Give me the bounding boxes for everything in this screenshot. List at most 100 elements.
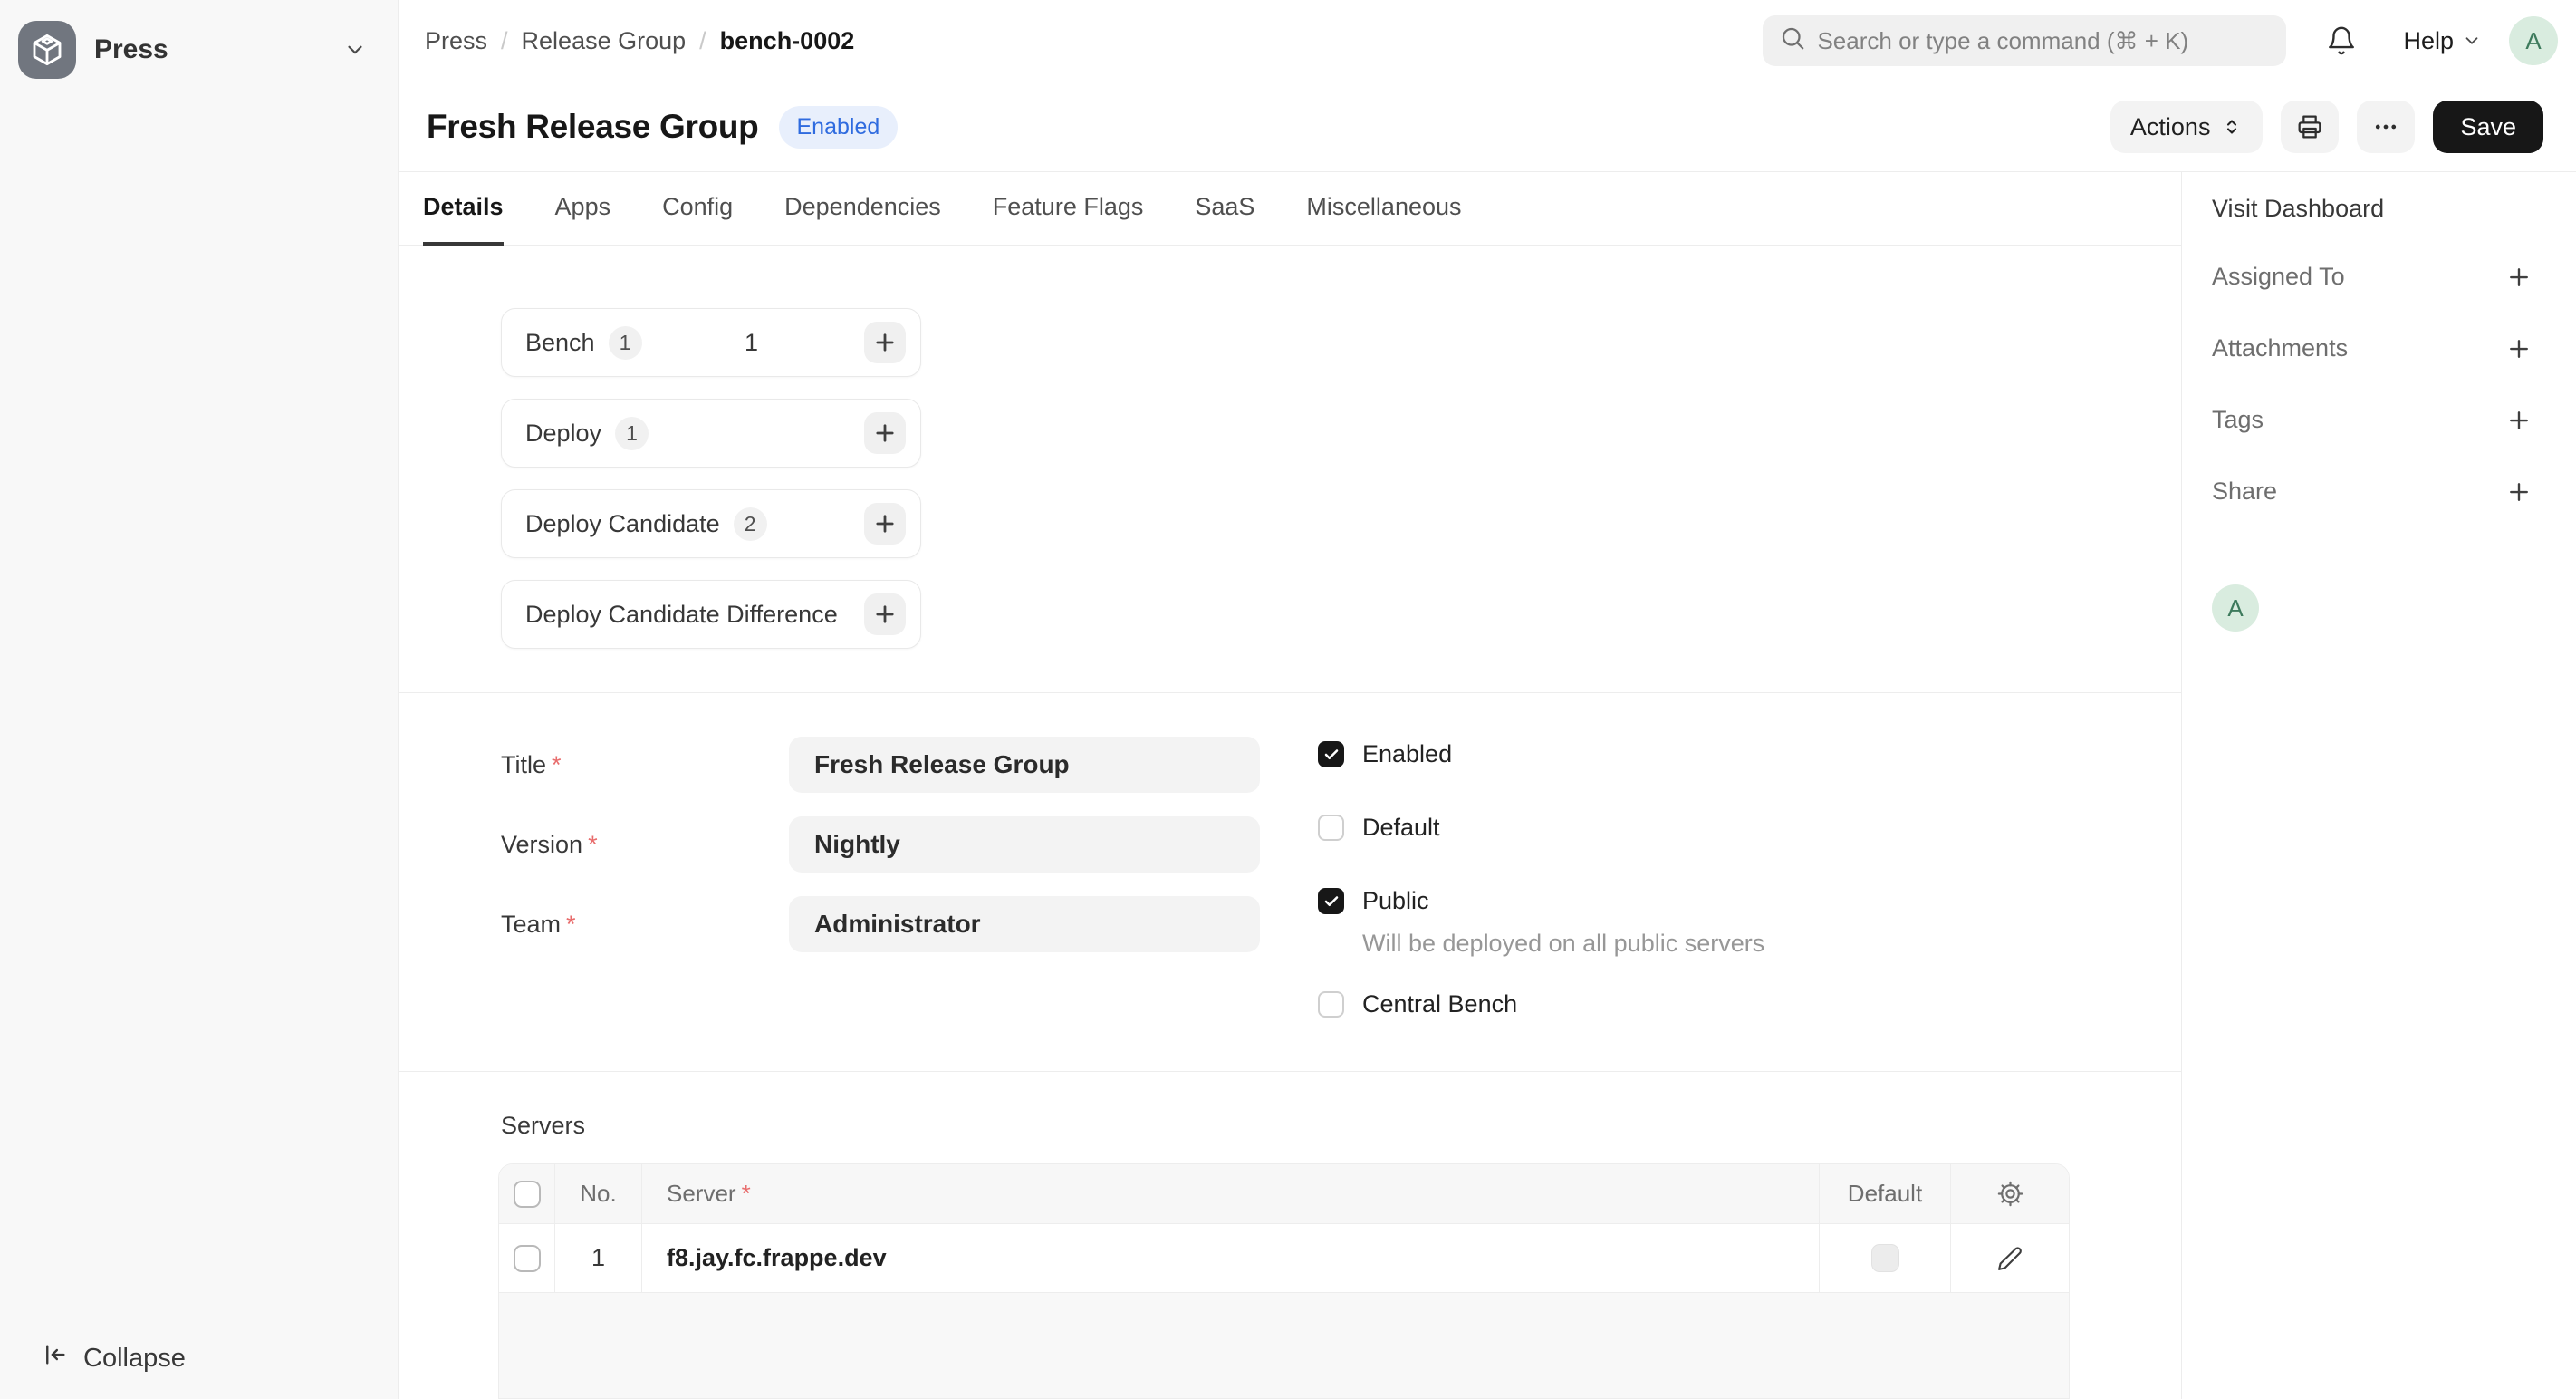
version-field[interactable] [789, 816, 1260, 873]
app-switcher[interactable]: Press [18, 20, 380, 80]
no-column-header: No. [555, 1164, 642, 1223]
tab-saas[interactable]: SaaS [1195, 172, 1254, 246]
add-attachment-button[interactable] [2502, 332, 2536, 366]
up-down-icon [2221, 116, 2243, 138]
viewer-avatar[interactable]: A [2212, 584, 2259, 632]
central-bench-label: Central Bench [1362, 990, 1517, 1018]
connection-card-bench[interactable]: Bench 1 1 [501, 308, 921, 377]
plus-icon [2505, 335, 2533, 362]
public-help-text: Will be deployed on all public servers [1362, 930, 1764, 958]
header-actions: Actions Save [2110, 101, 2543, 153]
check-icon [1323, 747, 1340, 763]
connection-card-deploy-candidate-difference[interactable]: Deploy Candidate Difference [501, 580, 921, 649]
servers-section: Servers No. Server* Default [399, 1072, 2181, 1399]
title-field[interactable] [789, 737, 1260, 793]
default-column-header: Default [1820, 1164, 1951, 1223]
team-field[interactable] [789, 896, 1260, 952]
status-badge: Enabled [779, 106, 899, 149]
default-label: Default [1362, 814, 1440, 842]
ellipsis-icon [2372, 113, 2399, 140]
attachments-row: Attachments [2212, 313, 2536, 384]
actions-button[interactable]: Actions [2110, 101, 2264, 153]
form-row-team: Team* [501, 896, 1260, 952]
assigned-to-label: Assigned To [2212, 263, 2345, 291]
more-options-button[interactable] [2357, 101, 2415, 153]
share-label: Share [2212, 478, 2277, 506]
default-checkbox-row[interactable]: Default [1318, 814, 1764, 842]
add-tag-button[interactable] [2502, 403, 2536, 438]
required-marker: * [742, 1180, 751, 1208]
share-add-button[interactable] [2502, 475, 2536, 509]
help-label: Help [2403, 27, 2454, 55]
select-all-checkbox[interactable] [514, 1181, 541, 1208]
app-window: Press Collapse Press / Release Group / b… [0, 0, 2576, 1399]
collapse-button[interactable]: Collapse [42, 1341, 398, 1375]
pencil-icon [1996, 1245, 2023, 1272]
connection-label: Deploy Candidate Difference [525, 601, 838, 629]
collapse-label: Collapse [83, 1344, 186, 1374]
enabled-checkbox-row[interactable]: Enabled [1318, 740, 1764, 768]
breadcrumb-item-press[interactable]: Press [425, 27, 487, 55]
central-bench-checkbox-row[interactable]: Central Bench [1318, 990, 1764, 1018]
server-column-header: Server* [642, 1164, 1820, 1223]
edit-row-button[interactable] [1996, 1245, 2023, 1272]
table-settings-cell [1951, 1164, 2069, 1223]
visit-dashboard-link[interactable]: Visit Dashboard [2212, 187, 2536, 230]
tab-feature-flags[interactable]: Feature Flags [993, 172, 1144, 246]
table-settings-button[interactable] [1996, 1180, 2024, 1208]
assigned-to-row: Assigned To [2212, 241, 2536, 313]
chevron-down-icon [343, 38, 367, 62]
breadcrumb: Press / Release Group / bench-0002 [425, 27, 854, 55]
help-menu[interactable]: Help [2392, 27, 2493, 55]
public-checkbox-row[interactable]: Public [1318, 887, 1764, 915]
check-icon [1323, 893, 1340, 910]
add-bench-button[interactable] [864, 322, 906, 363]
connection-count-badge: 1 [615, 417, 649, 450]
required-marker: * [566, 911, 576, 938]
servers-table: No. Server* Default [498, 1163, 2070, 1399]
connection-card-deploy-candidate[interactable]: Deploy Candidate 2 [501, 489, 921, 558]
press-logo-icon [18, 21, 76, 79]
main-column: Press / Release Group / bench-0002 [399, 0, 2576, 1399]
plus-icon [872, 420, 898, 446]
details-form: Title* Version* Team* [399, 693, 2181, 1072]
add-deploy-candidate-difference-button[interactable] [864, 593, 906, 635]
tab-config[interactable]: Config [662, 172, 733, 246]
page-title: Fresh Release Group [427, 108, 759, 146]
breadcrumb-item-release-group[interactable]: Release Group [522, 27, 687, 55]
main-panel: Details Apps Config Dependencies Feature… [399, 172, 2181, 1399]
add-assignment-button[interactable] [2502, 260, 2536, 294]
print-button[interactable] [2281, 101, 2339, 153]
add-deploy-candidate-button[interactable] [864, 503, 906, 545]
tab-apps[interactable]: Apps [555, 172, 611, 246]
navbar-right: Help A [1763, 14, 2558, 68]
search-input[interactable] [1817, 27, 2270, 55]
connection-label: Bench [525, 329, 595, 357]
add-deploy-button[interactable] [864, 412, 906, 454]
plus-icon [872, 602, 898, 627]
connection-label: Deploy [525, 420, 601, 448]
tab-miscellaneous[interactable]: Miscellaneous [1306, 172, 1461, 246]
attachments-label: Attachments [2212, 334, 2348, 362]
row-select-checkbox[interactable] [514, 1245, 541, 1272]
default-checkbox[interactable] [1318, 815, 1344, 841]
enabled-checkbox[interactable] [1318, 741, 1344, 767]
search-bar[interactable] [1763, 15, 2286, 66]
plus-icon [872, 330, 898, 355]
server-name-cell[interactable]: f8.jay.fc.frappe.dev [642, 1224, 1820, 1292]
row-select-cell [499, 1224, 555, 1292]
plus-icon [2505, 264, 2533, 291]
tab-details[interactable]: Details [423, 172, 504, 246]
breadcrumb-separator: / [501, 27, 508, 55]
row-default-cell [1820, 1224, 1951, 1292]
default-value-checkbox[interactable] [1871, 1244, 1899, 1272]
enabled-label: Enabled [1362, 740, 1452, 768]
user-avatar[interactable]: A [2509, 16, 2558, 65]
connection-card-deploy[interactable]: Deploy 1 [501, 399, 921, 468]
notifications-button[interactable] [2312, 14, 2371, 68]
public-checkbox[interactable] [1318, 888, 1344, 914]
tab-dependencies[interactable]: Dependencies [784, 172, 941, 246]
server-table-row[interactable]: 1 f8.jay.fc.frappe.dev [499, 1224, 2069, 1293]
save-button[interactable]: Save [2433, 101, 2543, 153]
central-bench-checkbox[interactable] [1318, 991, 1344, 1018]
